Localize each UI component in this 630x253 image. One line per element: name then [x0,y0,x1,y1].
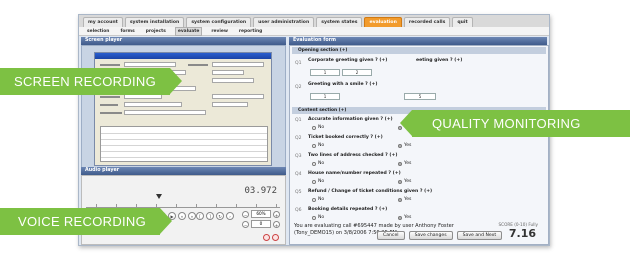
tab-recorded-calls[interactable]: recorded calls [403,17,451,27]
content-question-3: Q3 Two lines of address checked ? (+) No… [295,153,412,166]
playhead-marker[interactable] [156,194,162,199]
main-nav: my account system installation system co… [79,15,549,27]
volume-value: 60% [251,210,271,218]
record-icon[interactable] [263,234,270,241]
record-stop-icon[interactable] [272,234,279,241]
screen-player[interactable] [81,45,286,172]
callout-screen-recording: SCREEN RECORDING [0,68,182,95]
content-question-4: Q4 House name/number repeated ? (+) No Y… [295,171,412,184]
content-q5-yes[interactable]: Yes [398,197,411,202]
opening-question-2: Q2 Greeting with a smile ? (+) 1 5 [292,81,546,103]
tab-evaluation[interactable]: evaluation [364,17,402,27]
speed-value: 0 [251,220,271,228]
content-q2-yes[interactable]: Yes [398,143,411,148]
volume-speed-box: − 60% + − 0 + [242,210,280,232]
opening-question-1: Q1 Corporate greeting given ? (+) eeting… [295,58,463,76]
callout-voice-recording: VOICE RECORDING [0,208,172,235]
tab-quit[interactable]: quit [452,17,473,27]
tab-system-installation[interactable]: system installation [124,17,185,27]
screen-player-header: Screen player [81,37,286,45]
save-changes-button[interactable]: Save changes [408,231,453,240]
audio-player-header: Audio player [81,167,286,175]
audio-timeline[interactable] [86,198,280,208]
subtab-forms[interactable]: forms [118,28,136,35]
subtab-projects[interactable]: projects [144,28,168,35]
callout-arrow-right-icon [170,68,182,94]
opening-q1-input-a[interactable]: 1 [310,69,340,76]
save-and-next-button[interactable]: Save and Next [456,231,503,240]
recorded-data-grid [100,126,268,162]
tab-system-states[interactable]: system states [316,17,363,27]
form-buttons: Cancel Save changes Save and Next [377,231,503,240]
evaluation-form: Opening section (+) Q1 Corporate greetin… [289,45,549,245]
subtab-review[interactable]: review [209,28,230,35]
content-q6-no[interactable]: No [312,215,324,220]
volume-down-icon[interactable]: − [242,210,249,218]
callout-arrow-left-icon [400,110,412,136]
speed-down-icon[interactable]: − [242,220,249,228]
marker-controls: [ ] ↻ › [196,212,234,220]
cancel-button[interactable]: Cancel [377,231,405,240]
content-q3-no[interactable]: No [312,161,324,166]
evaluation-form-header: Evaluation form [289,37,547,45]
content-q4-yes[interactable]: Yes [398,179,411,184]
callout-arrow-right-icon [160,208,172,234]
content-q6-yes[interactable]: Yes [398,215,411,220]
marker-next-icon[interactable]: › [226,212,234,220]
content-question-6: Q6 Booking details repeated ? (+) No Yes [295,207,412,220]
score-value: 7.16 [508,227,536,240]
skip-back-icon[interactable]: « [178,212,186,220]
subtab-reporting[interactable]: reporting [237,28,264,35]
content-q3-yes[interactable]: Yes [398,161,411,166]
marker-in-icon[interactable]: [ [196,212,204,220]
opening-q2-input-a[interactable]: 1 [310,93,340,100]
tab-system-configuration[interactable]: system configuration [186,17,252,27]
marker-out-icon[interactable]: ] [206,212,214,220]
speed-up-icon[interactable]: + [273,220,280,228]
opening-q2-input-b[interactable]: 5 [404,93,436,100]
recorded-window-titlebar [95,53,271,59]
callout-quality-monitoring: QUALITY MONITORING [400,110,630,137]
content-q4-no[interactable]: No [312,179,324,184]
content-q2-no[interactable]: No [312,143,324,148]
opening-q1-input-b[interactable]: 2 [342,69,372,76]
volume-up-icon[interactable]: + [273,210,280,218]
subtab-selection[interactable]: selection [85,28,111,35]
sub-nav: selection forms projects evaluate review… [79,26,549,36]
skip-forward-icon[interactable]: » [188,212,196,220]
loop-icon[interactable]: ↻ [216,212,224,220]
content-q5-no[interactable]: No [312,197,324,202]
playback-time: 03.972 [244,186,277,196]
record-controls [263,234,279,241]
subtab-evaluate[interactable]: evaluate [174,26,203,36]
section-opening[interactable]: Opening section (+) [292,47,546,54]
tab-my-account[interactable]: my account [83,17,123,27]
tab-user-administration[interactable]: user administration [253,17,315,27]
content-q1-no[interactable]: No [312,125,324,130]
content-question-5: Q5 Refund / Change of ticket conditions … [295,189,433,202]
